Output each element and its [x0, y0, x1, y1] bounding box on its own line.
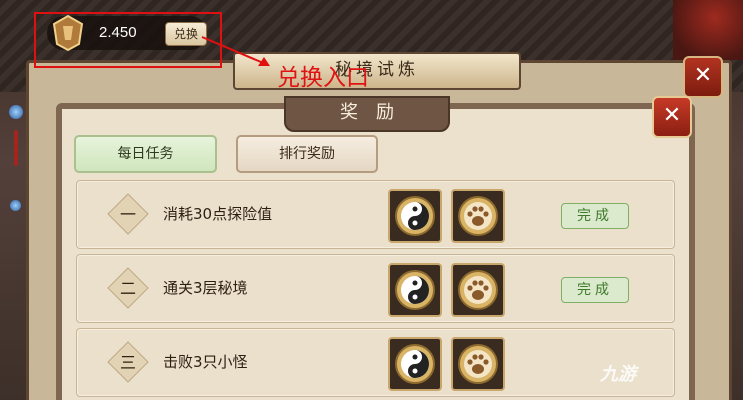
task-row: 二 通关3层秘境 完成: [76, 254, 675, 323]
watermark-text: 九游: [600, 364, 636, 385]
task-row: 三 击败3只小怪: [76, 328, 675, 397]
close-icon: ✕: [662, 103, 682, 128]
paw-icon: [458, 344, 498, 384]
close-reward-panel-button[interactable]: ✕: [652, 96, 692, 138]
reward-slot[interactable]: [388, 263, 442, 317]
reward-slot[interactable]: [388, 337, 442, 391]
yin-yang-icon: [395, 196, 435, 236]
diamond-index-icon: 一: [107, 193, 149, 235]
red-tassel-icon: [14, 130, 18, 166]
yin-yang-icon: [395, 270, 435, 310]
red-decoration: [673, 0, 743, 60]
close-icon: ✕: [693, 63, 713, 88]
reward-slot[interactable]: [388, 189, 442, 243]
reward-slot[interactable]: [451, 263, 505, 317]
close-trial-window-button[interactable]: ✕: [683, 56, 723, 98]
blue-gem-icon: [10, 200, 21, 211]
task-row: 一 消耗30点探险值 完成: [76, 180, 675, 249]
complete-button[interactable]: 完成: [561, 277, 629, 303]
blue-gem-icon: [9, 105, 23, 119]
task-title: 击败3只小怪: [163, 353, 248, 371]
reward-slot[interactable]: [451, 337, 505, 391]
paw-icon: [458, 196, 498, 236]
reward-panel-header: 奖励: [284, 96, 450, 132]
paw-icon: [458, 270, 498, 310]
task-index: 一: [120, 205, 136, 224]
task-index: 二: [120, 279, 136, 298]
annotation-arrow-icon: [201, 36, 270, 66]
task-index: 三: [120, 353, 136, 372]
tab-ranking-rewards[interactable]: 排行奖励: [236, 135, 378, 173]
task-title: 消耗30点探险值: [163, 205, 273, 223]
reward-slot[interactable]: [451, 189, 505, 243]
diamond-index-icon: 三: [107, 341, 149, 383]
task-title: 通关3层秘境: [163, 279, 248, 297]
yin-yang-icon: [395, 344, 435, 384]
annotation-label: 兑换入口: [277, 65, 369, 91]
annotation-highlight-box: [34, 12, 222, 68]
complete-button[interactable]: 完成: [561, 203, 629, 229]
diamond-index-icon: 二: [107, 267, 149, 309]
game-background: 秘境试炼 ✕ 2.450 兑换 兑换入口 奖励 ✕ 每日任务 排行奖励 一 消耗…: [0, 0, 743, 400]
tab-daily-tasks[interactable]: 每日任务: [74, 135, 217, 173]
watermark-logo: 九游: [600, 360, 636, 386]
reward-panel-title: 奖励: [340, 102, 412, 123]
